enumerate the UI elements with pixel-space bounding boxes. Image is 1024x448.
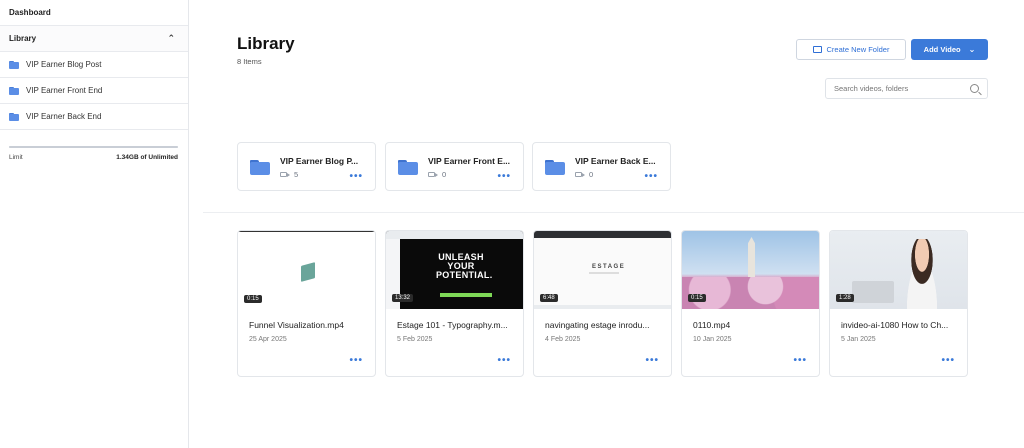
item-count: 8 Items [237,57,262,66]
video-title: Estage 101 - Typography.m... [397,320,508,330]
video-thumbnail[interactable]: UNLEASH YOUR POTENTIAL. 13:32 [386,231,523,309]
video-thumbnail[interactable]: ESTAGE 6:48 [534,231,671,309]
video-icon [280,172,290,177]
more-icon[interactable]: ••• [645,356,659,366]
thumb-green-bar [440,293,492,297]
folder-icon [9,86,19,95]
video-date: 4 Feb 2025 [545,336,581,343]
duration-badge: 0:15 [244,295,262,303]
folder-name: VIP Earner Blog P... [280,156,359,166]
thumb-subline [589,272,619,274]
sidebar-folder-label: VIP Earner Front End [26,86,103,95]
sidebar-item-library[interactable]: Library ⌃ [0,26,188,52]
video-card[interactable]: ESTAGE 6:48 navingating estage inrodu...… [533,230,672,377]
folder-icon [9,112,19,121]
video-card[interactable]: UNLEASH YOUR POTENTIAL. 13:32 Estage 101… [385,230,524,377]
duration-badge: 0:15 [688,294,706,302]
chevron-up-icon[interactable]: ⌃ [167,33,175,44]
duration-badge: 6:48 [540,294,558,302]
folder-icon [250,160,270,175]
add-video-label: Add Video [923,45,961,54]
more-icon[interactable]: ••• [793,356,807,366]
folder-name: VIP Earner Front E... [428,156,511,166]
folder-card[interactable]: VIP Earner Front E... 0 ••• [385,142,524,191]
video-title: navingating estage inrodu... [545,320,650,330]
sidebar-folder-item[interactable]: VIP Earner Back End [0,104,188,130]
video-card[interactable]: 0:15 0110.mp4 10 Jan 2025 ••• [681,230,820,377]
more-icon[interactable]: ••• [497,356,511,366]
folder-video-count: 0 [428,170,446,179]
sidebar-folder-item[interactable]: VIP Earner Front End [0,78,188,104]
video-icon [575,172,585,177]
search-box[interactable] [825,78,988,99]
cube-graphic [301,262,315,282]
video-title: Funnel Visualization.mp4 [249,320,344,330]
limit-value: 1.34GB of Unlimited [116,154,178,161]
chevron-down-icon: ⌄ [968,45,976,54]
more-icon[interactable]: ••• [644,172,658,182]
page-title: Library [237,34,295,53]
folder-count-value: 0 [589,170,594,179]
duration-badge: 1:28 [836,294,854,302]
search-input[interactable] [834,84,954,93]
limit-label: Limit [9,154,23,161]
sidebar: Dashboard Library ⌃ VIP Earner Blog Post… [0,0,189,448]
person-graphic [900,239,944,309]
duration-badge: 13:32 [392,294,414,302]
video-thumbnail[interactable]: 1:28 [830,231,967,309]
folder-name: VIP Earner Back E... [575,156,656,166]
folder-card[interactable]: VIP Earner Blog P... 5 ••• [237,142,376,191]
storage-progress-bar [9,146,178,148]
folder-count-value: 0 [442,170,447,179]
laptop-graphic [852,281,894,303]
video-card[interactable]: 1:28 invideo-ai-1080 How to Ch... 5 Jan … [829,230,968,377]
more-icon[interactable]: ••• [349,172,363,182]
thumb-hero-text: UNLEASH YOUR POTENTIAL. [436,252,493,280]
video-date: 5 Feb 2025 [397,336,433,343]
thumb-topbar [386,231,523,239]
search-icon[interactable] [970,84,979,93]
folder-icon [9,60,19,69]
more-icon[interactable]: ••• [941,356,955,366]
sidebar-library-label: Library [9,34,37,43]
sidebar-folder-item[interactable]: VIP Earner Blog Post [0,52,188,78]
create-folder-label: Create New Folder [826,45,890,54]
video-icon [428,172,438,177]
video-title: invideo-ai-1080 How to Ch... [841,320,949,330]
video-title: 0110.mp4 [693,320,731,330]
create-folder-button[interactable]: Create New Folder [796,39,906,60]
folder-count-value: 5 [294,170,299,179]
folder-video-count: 5 [280,170,298,179]
more-icon[interactable]: ••• [349,356,363,366]
folder-icon [398,160,418,175]
section-divider [203,212,1024,213]
more-icon[interactable]: ••• [497,172,511,182]
folder-video-count: 0 [575,170,593,179]
video-date: 25 Apr 2025 [249,336,287,343]
thumb-bottom-bar [534,305,671,309]
video-card[interactable]: 0:15 Funnel Visualization.mp4 25 Apr 202… [237,230,376,377]
folder-icon [812,46,822,53]
video-date: 5 Jan 2025 [841,336,876,343]
add-video-button[interactable]: Add Video ⌄ [911,39,988,60]
sidebar-dashboard-label: Dashboard [9,8,51,17]
storage-limit: Limit 1.34GB of Unlimited [0,148,188,161]
folder-card[interactable]: VIP Earner Back E... 0 ••• [532,142,671,191]
folder-icon [545,160,565,175]
video-date: 10 Jan 2025 [693,336,732,343]
thumb-logo: ESTAGE [592,264,626,270]
video-thumbnail[interactable]: 0:15 [238,231,375,309]
sidebar-item-dashboard[interactable]: Dashboard [0,0,188,26]
sidebar-folder-label: VIP Earner Back End [26,112,102,121]
sidebar-folder-label: VIP Earner Blog Post [26,60,102,69]
video-thumbnail[interactable]: 0:15 [682,231,819,309]
storage-progress-fill [9,146,178,148]
blossom-graphic [682,277,819,309]
